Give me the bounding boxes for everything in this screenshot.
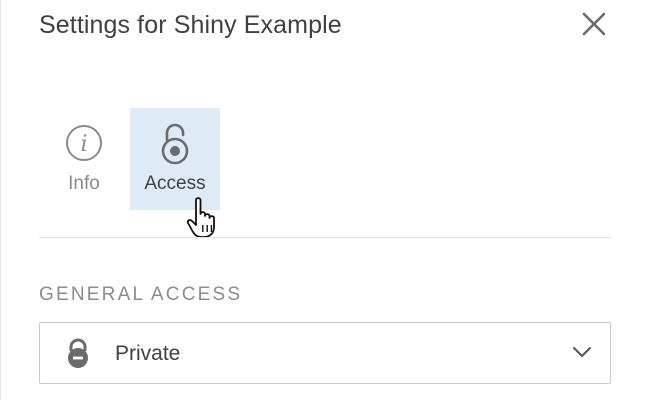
divider: [39, 237, 612, 238]
close-button[interactable]: [578, 8, 610, 40]
chevron-down-icon: [573, 347, 591, 357]
close-icon: [582, 12, 606, 36]
general-access-select[interactable]: Private: [39, 322, 611, 384]
panel-edge: [0, 0, 1, 400]
dialog-title: Settings for Shiny Example: [39, 11, 342, 39]
tab-info-label: Info: [68, 173, 100, 194]
tab-access-label: Access: [144, 173, 206, 194]
svg-text:i: i: [80, 132, 87, 157]
general-access-value: Private: [115, 342, 181, 365]
tab-access[interactable]: Access: [130, 108, 220, 210]
info-icon: i: [66, 125, 102, 161]
settings-panel: Settings for Shiny Example i Info Access: [0, 0, 650, 400]
tab-info[interactable]: i Info: [52, 108, 116, 210]
lock-icon: [68, 338, 88, 368]
general-access-label: GENERAL ACCESS: [39, 284, 243, 305]
open-lock-icon: [161, 123, 189, 165]
